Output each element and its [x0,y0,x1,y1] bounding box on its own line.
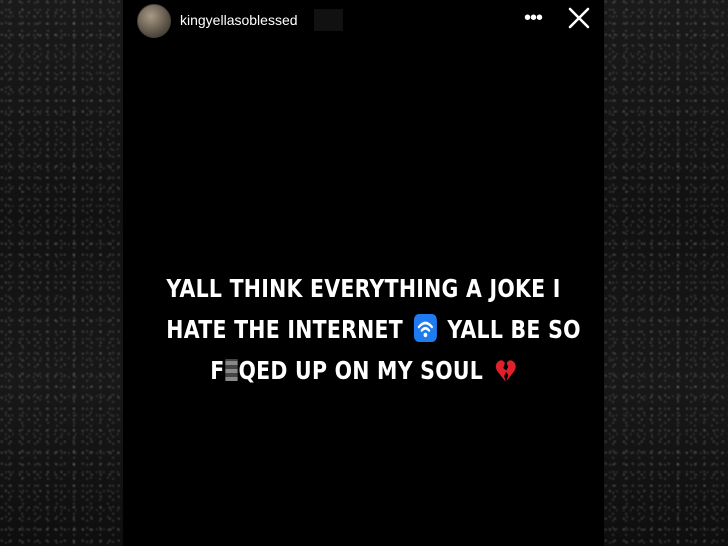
story-viewer: kingyellasoblessed ••• YALL THINK EVERYT… [123,0,604,546]
broken-heart-icon [496,360,516,382]
wifi-emoji-icon [413,314,437,342]
username[interactable]: kingyellasoblessed [180,12,298,28]
close-icon[interactable] [567,6,591,30]
caption-text: QED UP ON MY SOUL [238,356,484,385]
pixelated-censor [225,359,238,381]
background-texture-right [604,0,728,546]
caption-text: HATE THE INTERNET [166,315,404,344]
caption-line-1: YALL THINK EVERYTHING A JOKE I [166,274,561,303]
redacted-box [314,9,343,31]
avatar[interactable] [137,4,171,38]
more-icon[interactable]: ••• [524,8,543,28]
caption-line-2: HATE THE INTERNET YALL BE SO [166,309,581,350]
background-texture-left [0,0,123,546]
caption-text: YALL BE SO [447,315,581,344]
caption-line-3: F QED UP ON MY SOUL [166,350,560,391]
caption-text: F [210,356,225,385]
story-caption: YALL THINK EVERYTHING A JOKE I HATE THE … [166,268,581,391]
